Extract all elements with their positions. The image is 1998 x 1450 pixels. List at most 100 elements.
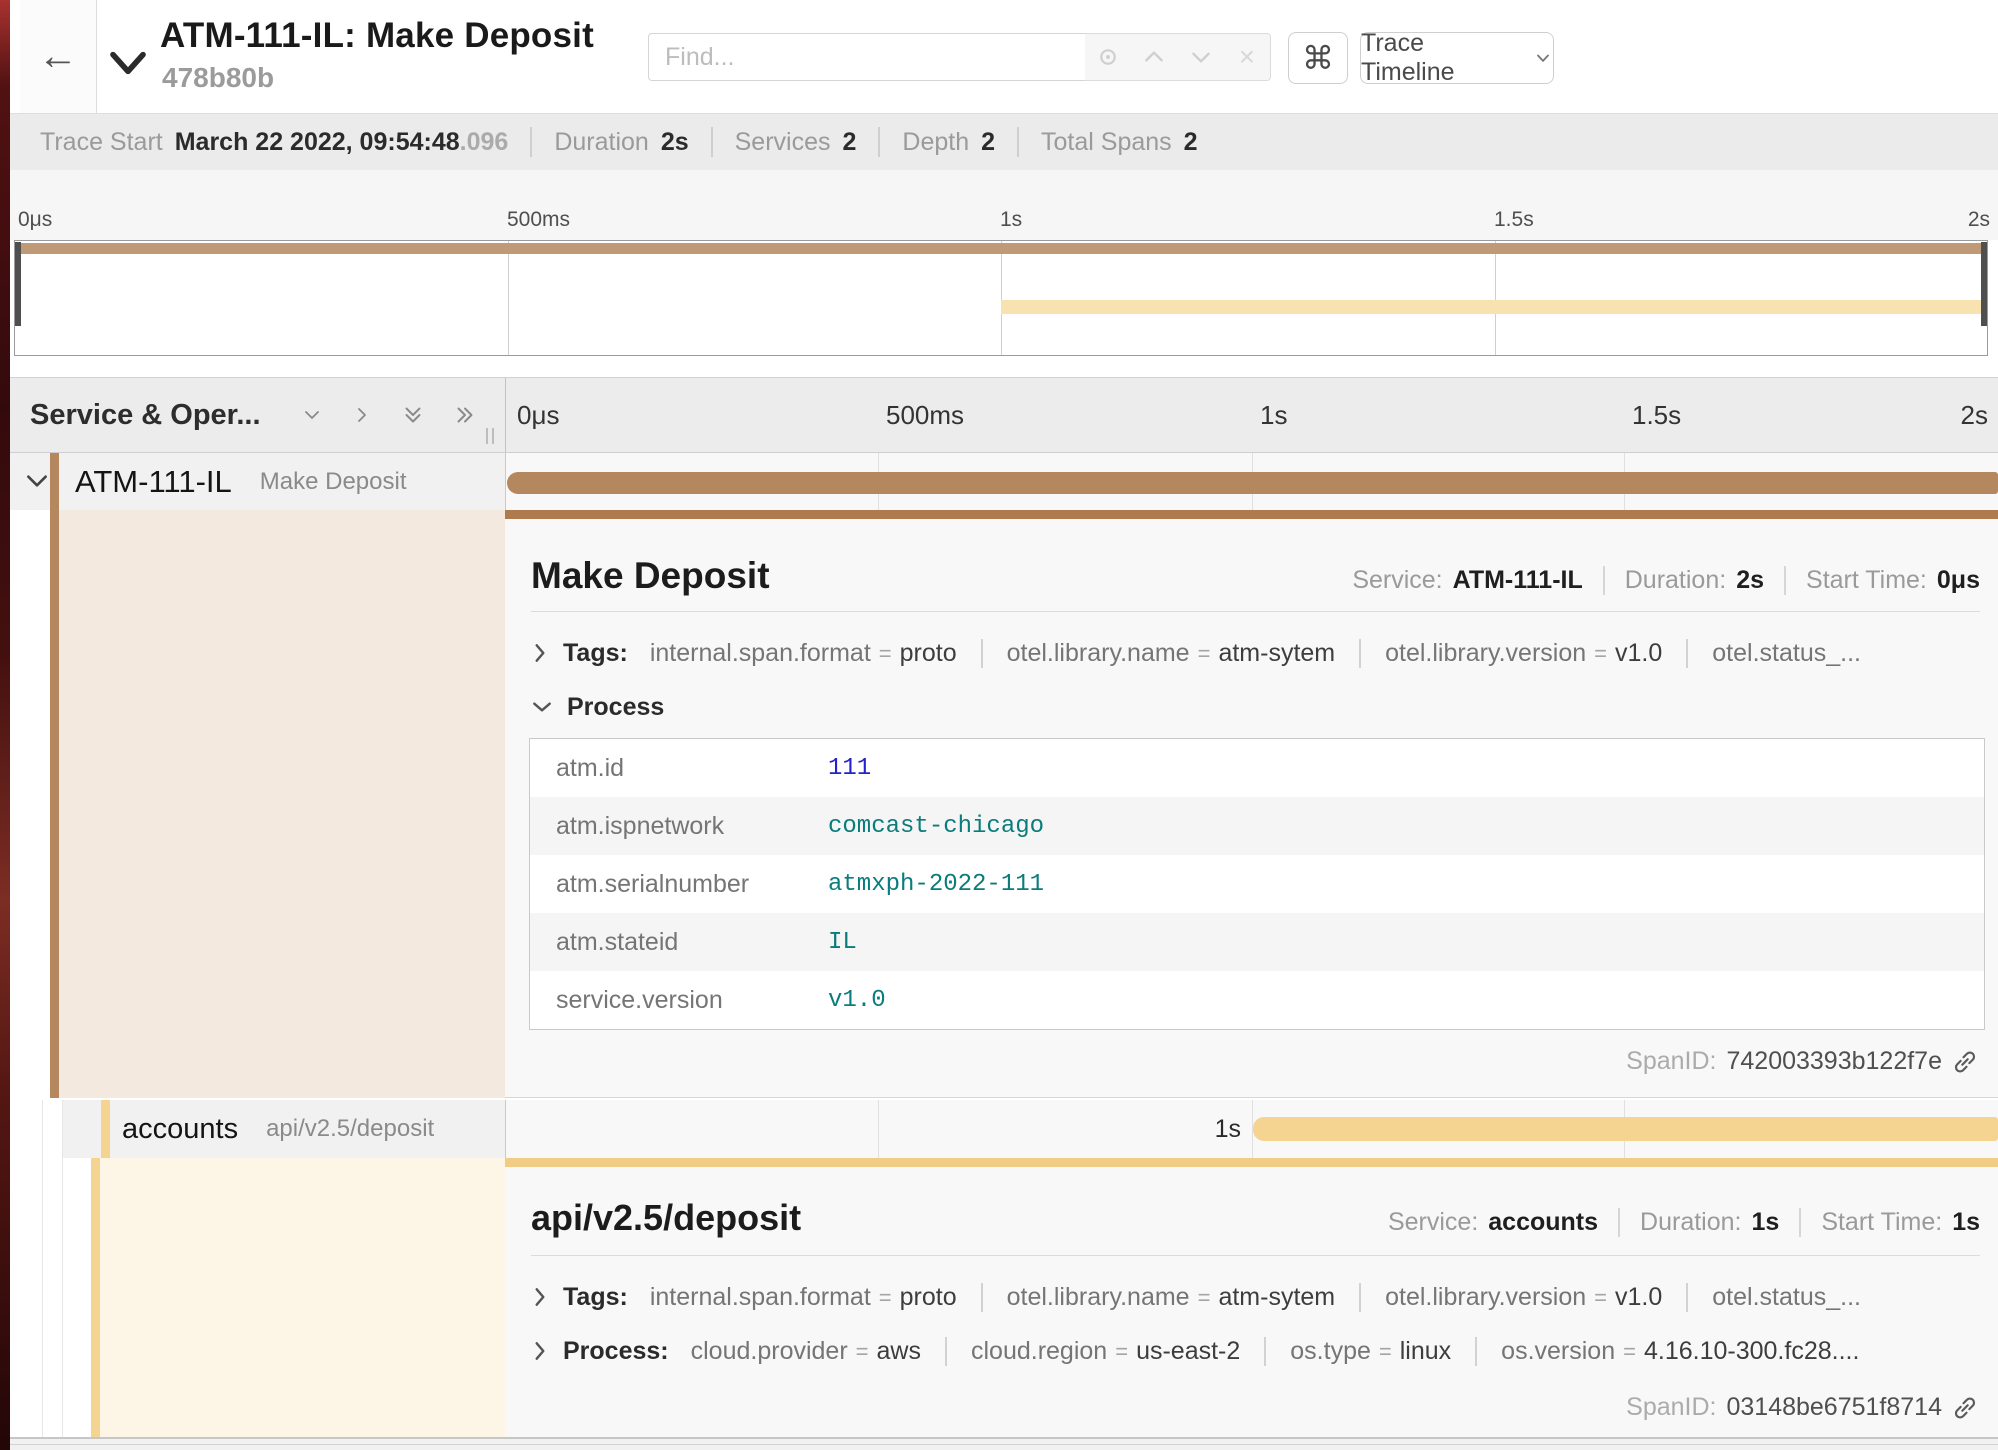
detail-top-border-accounts [505, 1158, 1998, 1167]
service-name: ATM-111-IL [75, 464, 232, 500]
process-item: os.type = linux [1264, 1337, 1451, 1366]
trace-collapse-toggle[interactable] [108, 48, 148, 78]
column-divider [505, 378, 506, 452]
indent-gutter [10, 1100, 43, 1158]
minimap-viewport[interactable] [14, 240, 1988, 356]
indent-gutter [43, 1158, 63, 1437]
span-id-atm: SpanID: 742003393b122f7e [1626, 1047, 1978, 1076]
process-table-row: service.version v1.0 [530, 971, 1984, 1029]
process-table-row: atm.stateid IL [530, 913, 1984, 971]
find-prev-icon[interactable] [1137, 40, 1171, 74]
minimap-span-bar-1 [15, 243, 1987, 254]
back-arrow-icon: ← [38, 34, 78, 79]
timeline-header-controls [300, 378, 478, 452]
process-item: cloud.region = us-east-2 [945, 1337, 1240, 1366]
chevron-right-icon [531, 642, 549, 664]
process-table-atm: atm.id 111 atm.ispnetwork comcast-chicag… [529, 738, 1985, 1030]
span-bar-accounts[interactable] [1253, 1117, 1998, 1141]
timeline-tick-3: 1.5s [1632, 378, 1681, 452]
trace-view-selector[interactable]: Trace Timeline [1360, 32, 1554, 84]
timeline-header-row: Service & Oper... 0μs 500ms 1s 1.5s 2s [10, 377, 1998, 453]
tags-row-accounts[interactable]: Tags: internal.span.format = proto otel.… [531, 1275, 1984, 1319]
detail-header-atm: Make Deposit Service:ATM-111-IL Duration… [531, 555, 1980, 597]
span-row-atm-label[interactable]: ATM-111-IL Make Deposit [75, 453, 407, 510]
bottom-divider [10, 1444, 1998, 1445]
command-icon: ⌘ [1302, 39, 1334, 77]
find-controls: × [1085, 33, 1271, 81]
span-bar-atm[interactable] [507, 472, 1998, 494]
service-color-bar [50, 510, 59, 1098]
process-row-atm[interactable]: Process [531, 685, 1984, 729]
tag-item: otel.library.version = v1.0 [1359, 1283, 1662, 1312]
back-button[interactable]: ← [20, 0, 97, 113]
operation-name: api/v2.5/deposit [266, 1115, 434, 1143]
collapse-all-icon[interactable] [400, 402, 426, 428]
find-next-icon[interactable] [1184, 40, 1218, 74]
divider [531, 611, 1980, 612]
process-row-accounts[interactable]: Process: cloud.provider = aws cloud.regi… [531, 1329, 1984, 1373]
expand-one-icon[interactable] [350, 403, 374, 427]
minimap-tick-1: 500ms [507, 208, 570, 232]
timeline-tick-2: 1s [1260, 378, 1287, 452]
row-collapse-icon[interactable] [24, 470, 50, 492]
tag-item: internal.span.format = proto [650, 639, 957, 668]
detail-left-fill-accounts [100, 1158, 505, 1437]
span-detail-accounts: api/v2.5/deposit Service:accounts Durati… [505, 1167, 1998, 1437]
column-divider [505, 453, 506, 510]
summary-trace-start: Trace Start March 22 2022, 09:54:48 .096 [40, 128, 508, 157]
service-color-bar [91, 1158, 100, 1437]
operation-name: Make Deposit [260, 468, 407, 496]
tags-label: Tags: [563, 1283, 628, 1312]
tag-item: otel.status_... [1686, 639, 1861, 668]
collapse-one-icon[interactable] [300, 403, 324, 427]
expand-all-icon[interactable] [452, 402, 478, 428]
link-icon[interactable] [1952, 1395, 1978, 1421]
minimap-right-handle[interactable] [1981, 242, 1987, 326]
summary-total-spans: Total Spans 2 [1017, 127, 1198, 157]
process-label: Process: [563, 1337, 669, 1366]
find-match-icon[interactable] [1091, 40, 1125, 74]
tag-item: internal.span.format = proto [650, 1283, 957, 1312]
service-operation-column-header: Service & Oper... [30, 378, 261, 452]
span-row-accounts-label[interactable]: accounts api/v2.5/deposit [122, 1100, 434, 1158]
minimap-tick-4: 2s [1968, 208, 1990, 232]
chevron-down-icon [1533, 48, 1553, 68]
divider [531, 1255, 1980, 1256]
minimap-gridline [1001, 241, 1002, 355]
column-resize-grip[interactable] [486, 428, 494, 444]
link-icon[interactable] [1952, 1049, 1978, 1075]
detail-left-fill-atm [59, 510, 505, 1098]
summary-depth: Depth 2 [878, 127, 995, 157]
process-item: cloud.provider = aws [691, 1337, 921, 1366]
page-header: ← ATM-111-IL: Make Deposit 478b80b × ⌘ T… [10, 0, 1998, 114]
service-name: accounts [122, 1113, 238, 1146]
span-row-accounts[interactable]: accounts api/v2.5/deposit 1s [10, 1100, 1998, 1158]
span-detail-atm: Make Deposit Service:ATM-111-IL Duration… [505, 519, 1998, 1098]
minimap-tick-3: 1.5s [1494, 208, 1534, 232]
minimap-left-handle[interactable] [15, 242, 21, 326]
tag-item: otel.status_... [1686, 1283, 1861, 1312]
span-start-label: 1s [1215, 1115, 1241, 1144]
detail-info: Service:ATM-111-IL Duration:2s Start Tim… [1352, 566, 1980, 595]
minimap-tick-2: 1s [1000, 208, 1022, 232]
process-table-row: atm.serialnumber atmxph-2022-111 [530, 855, 1984, 913]
trace-summary-bar: Trace Start March 22 2022, 09:54:48 .096… [10, 113, 1998, 170]
indent-gutter [42, 510, 50, 1098]
find-input[interactable] [648, 33, 1086, 81]
minimap-gridline [1495, 241, 1496, 355]
indent-gutter [10, 1158, 43, 1437]
detail-info: Service:accounts Duration:1s Start Time:… [1388, 1208, 1980, 1237]
tag-item: otel.library.version = v1.0 [1359, 639, 1662, 668]
chevron-right-icon [531, 1286, 549, 1308]
span-row-atm[interactable]: ATM-111-IL Make Deposit [10, 453, 1998, 510]
detail-title: api/v2.5/deposit [531, 1197, 801, 1239]
indent-gutter [43, 1100, 63, 1158]
chevron-down-icon [531, 698, 553, 716]
detail-top-border-atm [505, 510, 1998, 519]
timeline-tick-4: 2s [1961, 378, 1988, 452]
tags-row-atm[interactable]: Tags: internal.span.format = proto otel.… [531, 631, 1984, 675]
keyboard-shortcuts-button[interactable]: ⌘ [1288, 32, 1348, 84]
gridline [878, 1100, 879, 1158]
find-clear-icon[interactable]: × [1230, 40, 1264, 74]
page-title: ATM-111-IL: Make Deposit [160, 16, 594, 56]
